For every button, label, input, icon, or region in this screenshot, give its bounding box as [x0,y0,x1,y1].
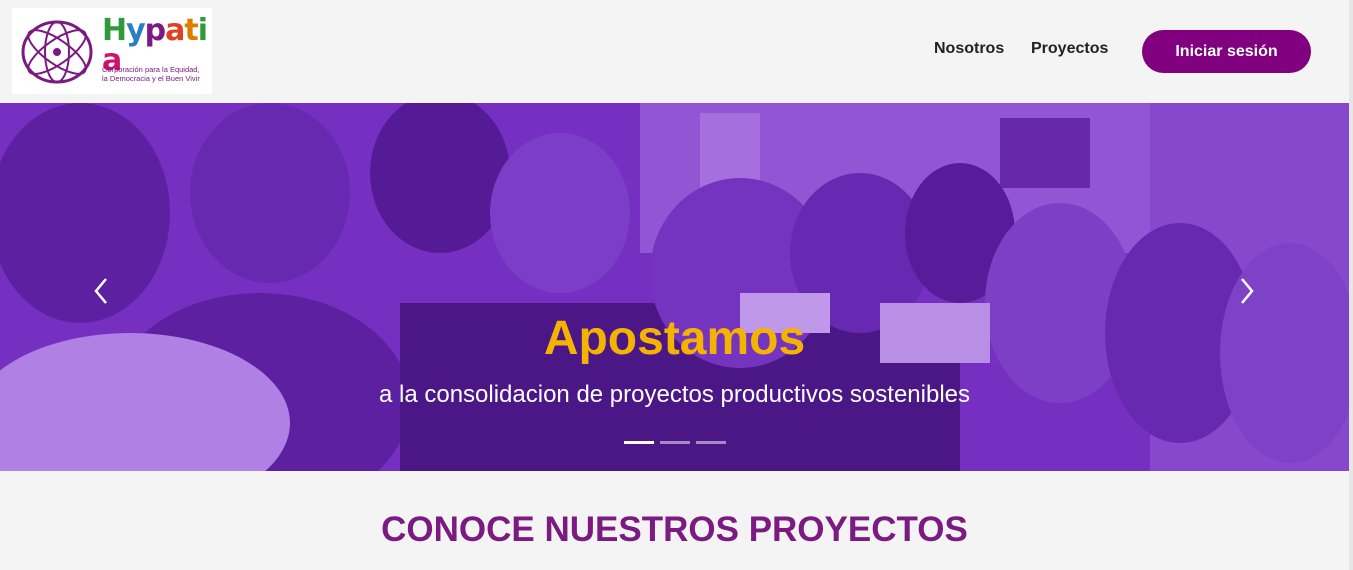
hero-subtitle: a la consolidacion de proyectos producti… [378,381,970,408]
hero-overlay [0,103,1349,471]
nav-link-nosotros[interactable]: Nosotros [934,40,1004,58]
wordmark-letter: H [102,13,127,48]
wordmark-letter: p [144,13,167,48]
nav-link-proyectos[interactable]: Proyectos [1031,40,1108,58]
page-scrollbar[interactable] [1349,0,1353,570]
carousel-indicator-3[interactable] [696,441,726,444]
chevron-right-icon[interactable] [1232,271,1262,311]
wordmark-letter: a [165,13,185,48]
projects-section-title: CONOCE NUESTROS PROYECTOS [381,510,968,549]
brand-logo[interactable]: Hypatia Corporación para la Equidad, la … [12,8,212,94]
globe-logo-icon [21,20,93,84]
wordmark-letter: t [184,13,198,48]
login-button[interactable]: Iniciar sesión [1142,30,1311,73]
wordmark-letter: y [126,13,146,48]
tagline-line-2: la Democracia y el Buen Vivir [102,74,200,83]
wordmark-letter: i [197,13,208,48]
top-navbar: Hypatia Corporación para la Equidad, la … [0,0,1353,103]
hero-title: Apostamos [543,312,806,365]
carousel-indicator-2[interactable] [660,441,690,444]
hero-carousel: Apostamos a la consolidacion de proyecto… [0,103,1349,471]
carousel-indicator-1[interactable] [624,441,654,444]
chevron-left-icon[interactable] [86,271,116,311]
carousel-indicators [624,441,726,444]
tagline-line-1: Corporación para la Equidad, [102,65,200,74]
brand-tagline: Corporación para la Equidad, la Democrac… [102,65,210,83]
